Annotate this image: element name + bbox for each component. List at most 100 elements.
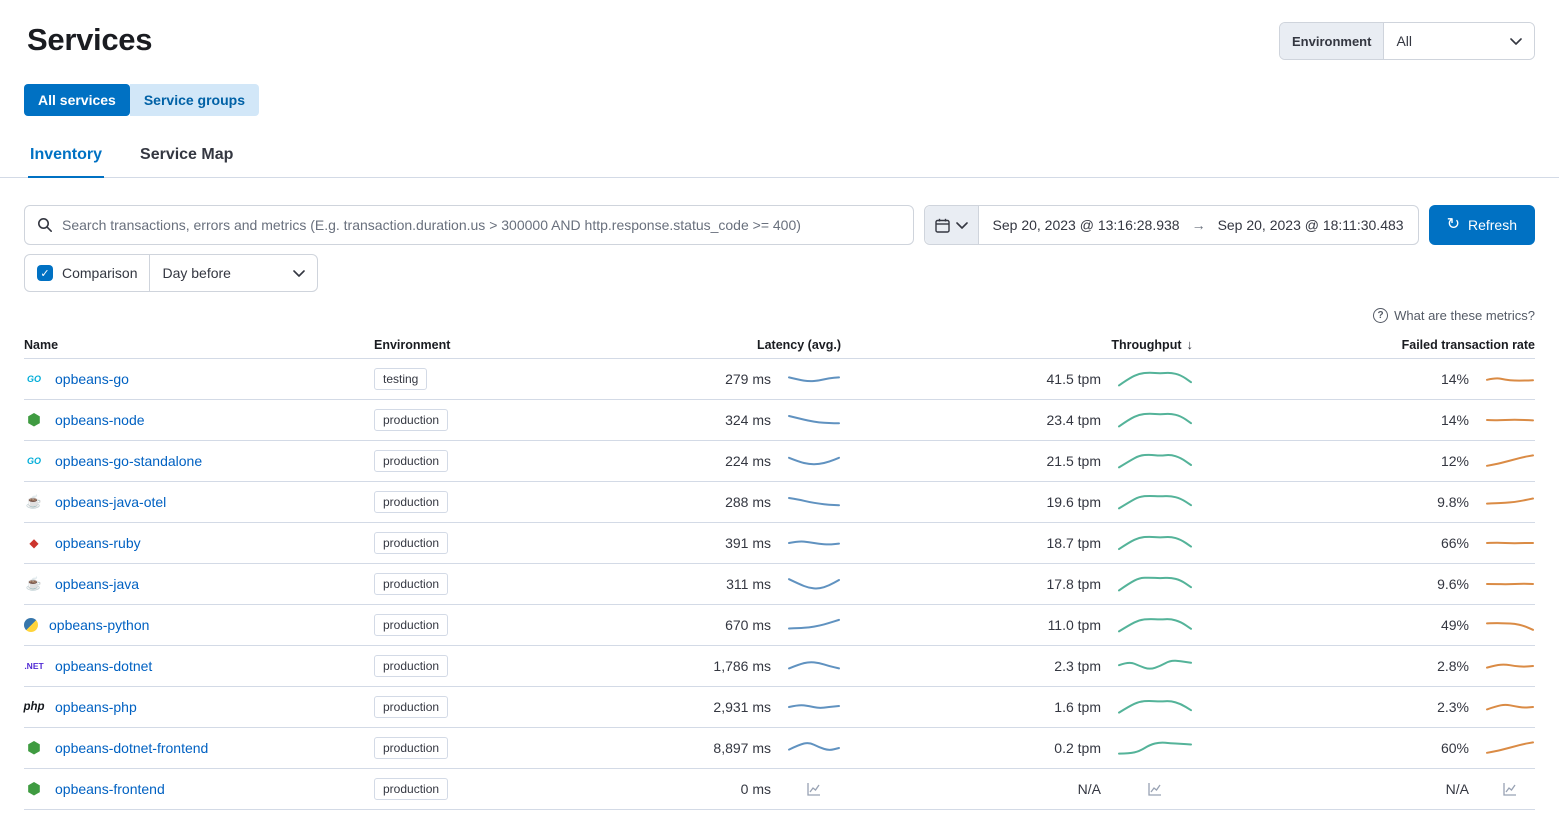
all-services-button[interactable]: All services [24, 84, 130, 116]
failed_rate-cell: 2.8% [1193, 655, 1535, 677]
refresh-button[interactable]: ↻ Refresh [1429, 205, 1535, 245]
environment-cell: production [374, 532, 596, 554]
metrics-help-link[interactable]: ? What are these metrics? [0, 308, 1559, 323]
service-link[interactable]: opbeans-dotnet [55, 658, 152, 674]
service-name-cell: .NETopbeans-dotnet [24, 658, 374, 674]
sparkline-holder [787, 409, 841, 431]
failed_rate-cell: N/A [1193, 781, 1535, 797]
sparkline [787, 532, 841, 554]
sparkline-holder [787, 368, 841, 390]
sparkline [1485, 409, 1535, 431]
tab-service-map[interactable]: Service Map [138, 146, 235, 177]
sparkline-holder [1117, 409, 1193, 431]
throughput-cell: 19.6 tpm [841, 491, 1193, 513]
service-link[interactable]: opbeans-frontend [55, 781, 165, 797]
refresh-icon: ↻ [1447, 217, 1460, 233]
throughput-value: 41.5 tpm [1047, 371, 1101, 387]
environment-select[interactable]: All [1384, 23, 1534, 59]
column-header-environment[interactable]: Environment [374, 338, 596, 352]
service-name-cell: ⬢ opbeans-node [24, 410, 374, 430]
latency-value: 391 ms [725, 535, 771, 551]
chevron-down-icon [293, 270, 305, 277]
failed_rate-value: 12% [1441, 453, 1469, 469]
environment-badge: production [374, 450, 448, 472]
sparkline [1117, 491, 1193, 513]
column-header-failed-rate[interactable]: Failed transaction rate [1193, 338, 1535, 352]
sparkline-holder [1117, 450, 1193, 472]
search-icon [37, 217, 53, 233]
sparkline-holder [787, 491, 841, 513]
python-icon [24, 618, 38, 632]
comparison-checkbox[interactable]: ✓ [37, 265, 53, 281]
date-range-start[interactable]: Sep 20, 2023 @ 13:16:28.938 [993, 217, 1180, 233]
failed_rate-cell: 14% [1193, 368, 1535, 390]
environment-badge: production [374, 655, 448, 677]
throughput-value: 0.2 tpm [1054, 740, 1101, 756]
service-link[interactable]: opbeans-java-otel [55, 494, 166, 510]
sparkline-holder [1485, 409, 1535, 431]
throughput-cell: 2.3 tpm [841, 655, 1193, 677]
date-quick-select[interactable] [925, 206, 979, 244]
latency-cell: 324 ms [596, 409, 841, 431]
service-name-cell: GOopbeans-go-standalone [24, 453, 374, 469]
comparison-select[interactable]: Day before [149, 255, 317, 291]
service-link[interactable]: opbeans-go-standalone [55, 453, 202, 469]
table-row: GOopbeans-gotesting279 ms41.5 tpm14% [24, 359, 1535, 400]
service-link[interactable]: opbeans-php [55, 699, 137, 715]
service-link[interactable]: opbeans-java [55, 576, 139, 592]
service-groups-button[interactable]: Service groups [130, 84, 259, 116]
arrow-right-icon: → [1192, 217, 1206, 233]
sparkline [1117, 737, 1193, 759]
node-icon: ⬢ [24, 410, 44, 430]
sparkline-holder [787, 450, 841, 472]
service-link[interactable]: opbeans-go [55, 371, 129, 387]
sparkline-holder [1485, 737, 1535, 759]
latency-value: 324 ms [725, 412, 771, 428]
table-row: GOopbeans-go-standaloneproduction224 ms2… [24, 441, 1535, 482]
latency-value: 0 ms [741, 781, 771, 797]
latency-cell: 224 ms [596, 450, 841, 472]
java-icon: ☕ [24, 494, 44, 510]
latency-cell: 670 ms [596, 614, 841, 636]
table-row: ⬢opbeans-nodeproduction324 ms23.4 tpm14% [24, 400, 1535, 441]
latency-cell: 8,897 ms [596, 737, 841, 759]
search-input[interactable] [62, 217, 901, 233]
tab-inventory[interactable]: Inventory [28, 146, 104, 178]
column-header-name[interactable]: Name [24, 338, 374, 352]
sparkline [787, 655, 841, 677]
php-icon: php [24, 701, 44, 713]
failed_rate-cell: 60% [1193, 737, 1535, 759]
latency-cell: 0 ms [596, 781, 841, 797]
service-link[interactable]: opbeans-python [49, 617, 149, 633]
sparkline [787, 409, 841, 431]
latency-cell: 2,931 ms [596, 696, 841, 718]
date-range-end[interactable]: Sep 20, 2023 @ 18:11:30.483 [1218, 217, 1404, 233]
environment-badge: production [374, 491, 448, 513]
sparkline [787, 491, 841, 513]
date-picker: Sep 20, 2023 @ 13:16:28.938 → Sep 20, 20… [924, 205, 1419, 245]
service-name-cell: ⬢opbeans-dotnet-frontend [24, 738, 374, 758]
latency-cell: 391 ms [596, 532, 841, 554]
failed_rate-value: N/A [1446, 781, 1469, 797]
sparkline [1117, 573, 1193, 595]
service-link[interactable]: opbeans-dotnet-frontend [55, 740, 208, 756]
latency-value: 1,786 ms [713, 658, 771, 674]
sparkline-holder [787, 573, 841, 595]
column-header-latency[interactable]: Latency (avg.) [596, 338, 841, 352]
throughput-value: 23.4 tpm [1047, 412, 1101, 428]
environment-cell: production [374, 737, 596, 759]
sparkline [1485, 614, 1535, 636]
sparkline-holder [1485, 696, 1535, 718]
chevron-down-icon [956, 222, 968, 229]
failed_rate-value: 14% [1441, 371, 1469, 387]
sparkline [1485, 573, 1535, 595]
comparison-row: ✓ Comparison Day before [0, 254, 1559, 292]
table-row: ⬢opbeans-dotnet-frontendproduction8,897 … [24, 728, 1535, 769]
sparkline [787, 737, 841, 759]
column-header-throughput[interactable]: Throughput ↓ [841, 337, 1193, 352]
failed_rate-cell: 49% [1193, 614, 1535, 636]
services-table-body: GOopbeans-gotesting279 ms41.5 tpm14%⬢opb… [24, 359, 1535, 810]
service-link[interactable]: opbeans-ruby [55, 535, 141, 551]
table-row: phpopbeans-phpproduction2,931 ms1.6 tpm2… [24, 687, 1535, 728]
service-link[interactable]: opbeans-node [55, 412, 145, 428]
